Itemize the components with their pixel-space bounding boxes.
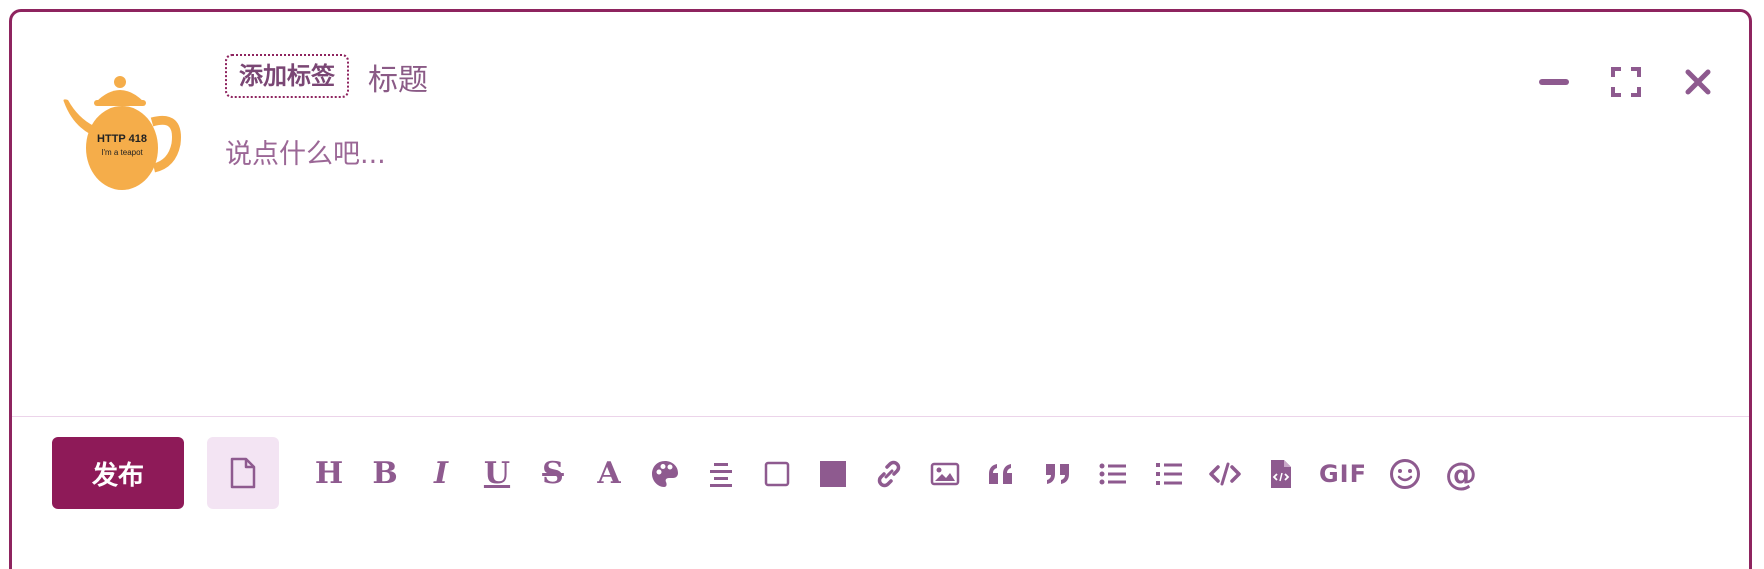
gif-button[interactable]: GIF <box>1315 452 1371 496</box>
bullet-list-button[interactable] <box>1091 452 1135 496</box>
minimize-icon <box>1539 79 1569 85</box>
mention-button[interactable]: @ <box>1439 452 1483 496</box>
title-input[interactable] <box>368 60 1368 100</box>
checkbox-empty-button[interactable] <box>755 452 799 496</box>
color-palette-button[interactable] <box>643 452 687 496</box>
checkbox-filled-button[interactable] <box>811 452 855 496</box>
at-sign-icon: @ <box>1445 455 1477 493</box>
minimize-button[interactable] <box>1534 62 1574 102</box>
numbered-list-icon <box>1156 463 1182 485</box>
post-composer: HTTP 418 I'm a teapot 添加标签 发布 H <box>9 9 1752 569</box>
italic-button[interactable]: I <box>419 452 463 496</box>
quote-left-button[interactable] <box>979 452 1023 496</box>
quote-right-button[interactable] <box>1035 452 1079 496</box>
code-icon <box>1209 462 1241 486</box>
post-body-input[interactable] <box>225 132 1725 402</box>
link-button[interactable] <box>867 452 911 496</box>
code-file-button[interactable] <box>1259 452 1303 496</box>
close-button[interactable] <box>1678 62 1718 102</box>
image-icon <box>930 462 960 486</box>
square-outline-icon <box>764 461 790 487</box>
teapot-line1: HTTP 418 <box>97 133 147 145</box>
file-icon <box>230 457 256 489</box>
quote-left-icon <box>989 464 1012 484</box>
font-size-button[interactable]: A <box>587 452 631 496</box>
teapot-icon: HTTP 418 I'm a teapot <box>63 76 181 190</box>
avatar: HTTP 418 I'm a teapot <box>58 72 188 192</box>
align-center-icon <box>710 463 732 487</box>
draft-button[interactable] <box>207 437 279 509</box>
add-tag-button[interactable]: 添加标签 <box>225 54 349 98</box>
heading-icon: H <box>314 456 344 491</box>
font-size-icon: A <box>597 456 621 491</box>
italic-icon: I <box>433 456 449 491</box>
close-icon <box>1685 69 1711 95</box>
numbered-list-button[interactable] <box>1147 452 1191 496</box>
code-button[interactable] <box>1203 452 1247 496</box>
fullscreen-icon <box>1611 67 1641 97</box>
gif-icon: GIF <box>1318 460 1368 488</box>
strikethrough-button[interactable]: S <box>531 452 575 496</box>
image-button[interactable] <box>923 452 967 496</box>
bullet-list-icon <box>1099 463 1126 485</box>
underline-icon: U <box>483 456 511 491</box>
teapot-line2: I'm a teapot <box>101 148 143 157</box>
code-file-icon <box>1271 460 1291 488</box>
footer-divider <box>12 416 1749 417</box>
bold-icon: B <box>372 456 398 491</box>
palette-icon <box>652 461 678 487</box>
bold-button[interactable]: B <box>363 452 407 496</box>
smiley-icon <box>1390 459 1420 489</box>
heading-button[interactable]: H <box>307 452 351 496</box>
link-icon <box>877 460 901 488</box>
fullscreen-button[interactable] <box>1606 62 1646 102</box>
quote-right-icon <box>1046 464 1069 484</box>
publish-button[interactable]: 发布 <box>52 437 184 509</box>
strikethrough-icon: S <box>542 456 564 491</box>
underline-button[interactable]: U <box>475 452 519 496</box>
align-center-button[interactable] <box>699 452 743 496</box>
emoji-button[interactable] <box>1383 452 1427 496</box>
square-filled-icon <box>820 461 846 487</box>
